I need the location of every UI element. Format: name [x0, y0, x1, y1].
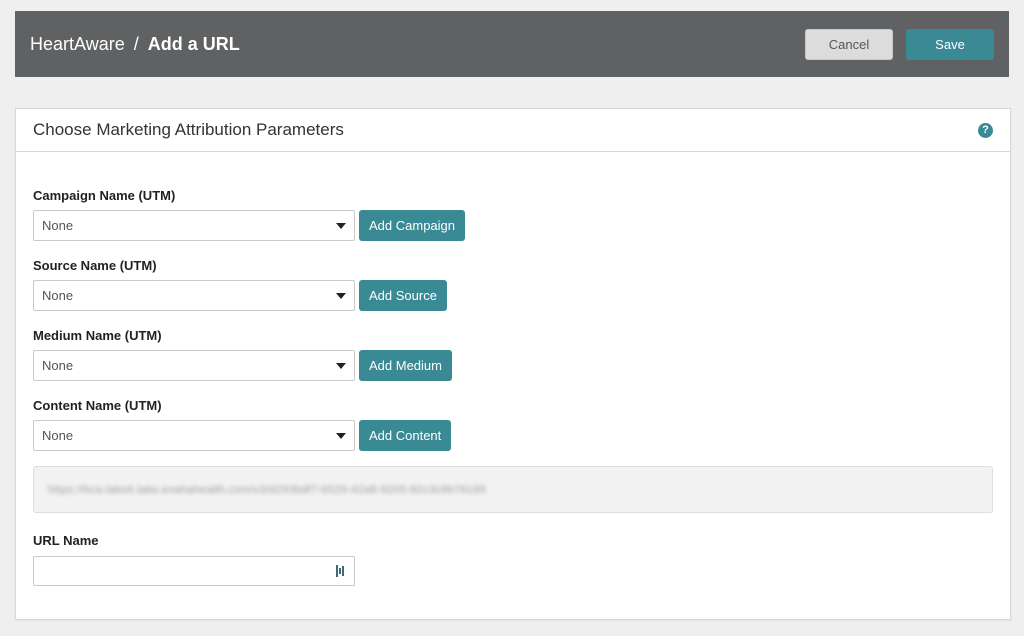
cancel-button[interactable]: Cancel: [805, 28, 893, 60]
generated-url-text: https://hca-labs6.labs.evahahealth.com/v…: [48, 483, 487, 496]
panel-header: Choose Marketing Attribution Parameters …: [16, 109, 1010, 152]
medium-label: Medium Name (UTM): [33, 328, 162, 343]
page-title: Add a URL: [147, 33, 240, 54]
source-label: Source Name (UTM): [33, 258, 157, 273]
medium-select-value: None: [42, 358, 74, 373]
content-select[interactable]: None: [33, 420, 355, 451]
campaign-row: None Add Campaign: [33, 210, 465, 241]
campaign-select-value: None: [42, 218, 74, 233]
chevron-down-icon: [336, 222, 346, 229]
generated-url-preview: https://hca-labs6.labs.evahahealth.com/v…: [33, 466, 993, 513]
url-name-input[interactable]: [40, 558, 336, 584]
save-button[interactable]: Save: [906, 28, 994, 60]
campaign-select[interactable]: None: [33, 210, 355, 241]
content-select-value: None: [42, 428, 74, 443]
url-name-label: URL Name: [33, 533, 99, 548]
add-content-button[interactable]: Add Content: [359, 420, 452, 451]
password-manager-icon[interactable]: [336, 564, 348, 578]
breadcrumb-app[interactable]: HeartAware: [30, 34, 125, 55]
question-circle-icon[interactable]: ?: [978, 122, 993, 138]
content-row: None Add Content: [33, 420, 452, 451]
add-medium-button[interactable]: Add Medium: [359, 350, 452, 381]
content-label: Content Name (UTM): [33, 398, 162, 413]
chevron-down-icon: [336, 292, 346, 299]
add-campaign-button[interactable]: Add Campaign: [359, 210, 465, 241]
breadcrumb-separator: /: [133, 33, 139, 54]
url-name-field[interactable]: [33, 556, 355, 586]
source-row: None Add Source: [33, 280, 447, 311]
chevron-down-icon: [336, 362, 346, 369]
chevron-down-icon: [336, 432, 346, 439]
source-select-value: None: [42, 288, 74, 303]
header-actions: Cancel Save: [805, 28, 994, 60]
top-bar: HeartAware / Add a URL Cancel Save: [15, 11, 1009, 77]
source-select[interactable]: None: [33, 280, 355, 311]
add-source-button[interactable]: Add Source: [359, 280, 447, 311]
panel-title: Choose Marketing Attribution Parameters: [33, 120, 344, 139]
attribution-panel: Choose Marketing Attribution Parameters …: [15, 108, 1011, 620]
medium-select[interactable]: None: [33, 350, 355, 381]
campaign-label: Campaign Name (UTM): [33, 188, 176, 203]
medium-row: None Add Medium: [33, 350, 452, 381]
